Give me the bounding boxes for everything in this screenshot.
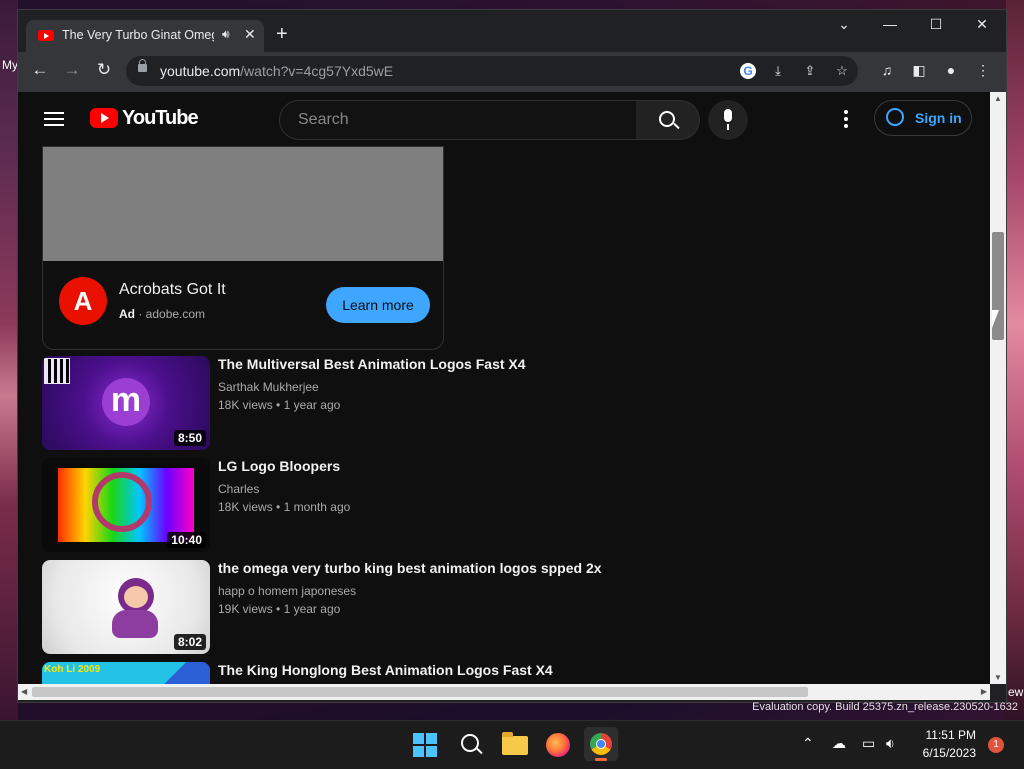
channel-name[interactable]: happ o homem japoneses bbox=[218, 584, 356, 598]
horizontal-scrollbar[interactable]: ◀ ▶ bbox=[18, 684, 990, 700]
sign-in-button[interactable]: Sign in bbox=[874, 100, 972, 136]
search-button[interactable] bbox=[636, 100, 700, 140]
firefox-icon[interactable] bbox=[542, 729, 574, 761]
windows-start-icon[interactable] bbox=[410, 729, 442, 761]
scroll-up-arrow-icon[interactable]: ▲ bbox=[994, 94, 1002, 103]
channel-name[interactable]: Sarthak Mukherjee bbox=[218, 380, 319, 394]
tab-search-chevron-icon[interactable]: ⌄ bbox=[824, 16, 864, 33]
search-icon bbox=[659, 111, 675, 127]
video-duration: 10:40 bbox=[167, 532, 206, 548]
desktop-icon-label[interactable]: My bbox=[2, 58, 18, 72]
youtube-favicon-icon bbox=[38, 30, 54, 41]
menu-icon[interactable] bbox=[44, 112, 64, 126]
list-item[interactable]: 8:02 the omega very turbo king best anim… bbox=[42, 560, 982, 654]
maximize-button[interactable]: ☐ bbox=[916, 16, 956, 33]
bookmark-star-icon[interactable]: ☆ bbox=[832, 61, 852, 81]
search-input[interactable] bbox=[296, 110, 620, 130]
ad-card[interactable]: A Acrobats Got It Ad · adobe.com Learn m… bbox=[42, 146, 444, 350]
address-bar[interactable]: youtube.com/watch?v=4cg57Yxd5wE G ⤓ ⇪ ☆ bbox=[126, 56, 858, 86]
sign-in-label: Sign in bbox=[915, 110, 962, 126]
media-control-icon[interactable]: ♫ bbox=[876, 62, 898, 78]
lg-logo-icon bbox=[92, 472, 152, 532]
notification-badge[interactable]: 1 bbox=[988, 737, 1004, 753]
clock-time[interactable]: 11:51 PM bbox=[926, 728, 976, 742]
tab-strip: The Very Turbo Ginat Omega Very Turbo Ki… bbox=[18, 10, 1006, 52]
side-panel-icon[interactable]: ◧ bbox=[908, 62, 930, 79]
video-title[interactable]: The King Honglong Best Animation Logos F… bbox=[218, 662, 553, 678]
video-title[interactable]: LG Logo Bloopers bbox=[218, 458, 340, 474]
tab-active[interactable]: The Very Turbo Ginat Omega Very Turbo Ki… bbox=[26, 20, 264, 52]
youtube-page: YouTube Sign in A Acrobats Got It Ad · a… bbox=[18, 92, 990, 684]
url-text[interactable]: youtube.com/watch?v=4cg57Yxd5wE bbox=[160, 63, 393, 79]
close-tab-icon[interactable]: ✕ bbox=[244, 26, 256, 43]
google-lens-icon[interactable]: G bbox=[740, 63, 756, 79]
video-thumbnail[interactable]: 8:02 bbox=[42, 560, 210, 654]
share-icon[interactable]: ⇪ bbox=[800, 61, 820, 81]
install-app-icon[interactable]: ⤓ bbox=[768, 61, 788, 81]
video-duration: 8:02 bbox=[173, 634, 206, 650]
chrome-window: The Very Turbo Ginat Omega Very Turbo Ki… bbox=[18, 10, 1006, 702]
desktop-wallpaper-left bbox=[0, 0, 18, 720]
new-tab-button[interactable]: + bbox=[276, 24, 288, 44]
taskbar-search-icon[interactable] bbox=[455, 729, 487, 761]
scroll-left-arrow-icon[interactable]: ◀ bbox=[21, 687, 27, 696]
ad-title[interactable]: Acrobats Got It bbox=[119, 281, 226, 299]
mouse-cursor-icon bbox=[992, 310, 999, 328]
video-meta: 19K views • 1 year ago bbox=[218, 602, 341, 616]
video-title[interactable]: The Multiversal Best Animation Logos Fas… bbox=[218, 356, 526, 372]
video-meta: 18K views • 1 month ago bbox=[218, 500, 351, 514]
desktop-icon-label-right[interactable]: ew bbox=[1008, 685, 1023, 699]
list-item[interactable]: 10:40 LG Logo Bloopers Charles 18K views… bbox=[42, 458, 982, 552]
taskbar: ⌃ ☁ ▭ 🔉︎ 11:51 PM 6/15/2023 1 bbox=[0, 720, 1024, 769]
horizontal-scroll-thumb[interactable] bbox=[32, 687, 808, 697]
desktop-wallpaper-right bbox=[1006, 0, 1024, 720]
adobe-acrobat-logo-icon[interactable]: A bbox=[59, 277, 107, 325]
search-box[interactable] bbox=[279, 100, 637, 140]
voice-search-button[interactable] bbox=[708, 100, 748, 140]
video-thumbnail[interactable]: 10:40 bbox=[42, 458, 210, 552]
list-item[interactable]: Koh Li 2009 The King Honglong Best Anima… bbox=[42, 662, 982, 684]
video-thumbnail[interactable]: m 8:50 bbox=[42, 356, 210, 450]
minimize-button[interactable]: — bbox=[870, 16, 910, 32]
youtube-logo-text[interactable]: YouTube bbox=[122, 107, 199, 130]
video-duration: 8:50 bbox=[173, 430, 206, 446]
channel-name[interactable]: Charles bbox=[218, 482, 259, 496]
evaluation-watermark: Evaluation copy. Build 25375.zn_release.… bbox=[752, 701, 1018, 713]
video-meta: 18K views • 1 year ago bbox=[218, 398, 341, 412]
youtube-header: YouTube Sign in bbox=[18, 92, 990, 148]
m-logo: m bbox=[102, 378, 150, 426]
scroll-right-arrow-icon[interactable]: ▶ bbox=[981, 687, 987, 696]
youtube-logo-icon[interactable] bbox=[90, 108, 118, 128]
scroll-down-arrow-icon[interactable]: ▼ bbox=[994, 673, 1002, 682]
learn-more-button[interactable]: Learn more bbox=[326, 287, 430, 323]
reload-icon[interactable]: ↻ bbox=[92, 60, 116, 80]
thumbnail-text: Koh Li 2009 bbox=[44, 664, 101, 675]
back-arrow-icon[interactable]: ← bbox=[28, 60, 52, 80]
volume-icon[interactable]: 🔉︎ bbox=[886, 735, 895, 752]
browser-toolbar: ← → ↻ youtube.com/watch?v=4cg57Yxd5wE G … bbox=[18, 52, 1006, 92]
chrome-taskbar-icon[interactable] bbox=[584, 727, 618, 761]
ad-meta: Ad · adobe.com bbox=[119, 307, 206, 321]
forward-arrow-icon[interactable]: → bbox=[60, 60, 84, 80]
video-title[interactable]: the omega very turbo king best animation… bbox=[218, 560, 602, 576]
list-item[interactable]: m 8:50 The Multiversal Best Animation Lo… bbox=[42, 356, 982, 450]
settings-kebab-icon[interactable] bbox=[844, 110, 848, 131]
clock-date[interactable]: 6/15/2023 bbox=[923, 746, 976, 760]
network-icon[interactable]: ▭ bbox=[862, 735, 875, 752]
video-thumbnail[interactable]: Koh Li 2009 bbox=[42, 662, 210, 684]
tab-title: The Very Turbo Ginat Omega Very Turbo Ki… bbox=[62, 28, 214, 42]
microphone-icon bbox=[724, 109, 732, 122]
qr-code-icon bbox=[44, 358, 70, 384]
cloud-offline-icon[interactable]: ☁ bbox=[832, 735, 846, 752]
account-icon bbox=[886, 108, 904, 126]
speaker-icon[interactable]: 🔊︎ bbox=[222, 27, 230, 42]
file-explorer-icon[interactable] bbox=[499, 729, 531, 761]
profile-icon[interactable]: ● bbox=[940, 62, 962, 78]
ad-media[interactable] bbox=[43, 147, 443, 261]
show-hidden-icons-chevron-icon[interactable]: ⌃ bbox=[802, 735, 814, 752]
chrome-menu-icon[interactable]: ⋮ bbox=[972, 62, 994, 79]
vertical-scrollbar[interactable]: ▲ ▼ bbox=[990, 92, 1006, 684]
close-window-button[interactable]: ✕ bbox=[962, 16, 1002, 33]
lock-icon[interactable] bbox=[138, 59, 147, 72]
